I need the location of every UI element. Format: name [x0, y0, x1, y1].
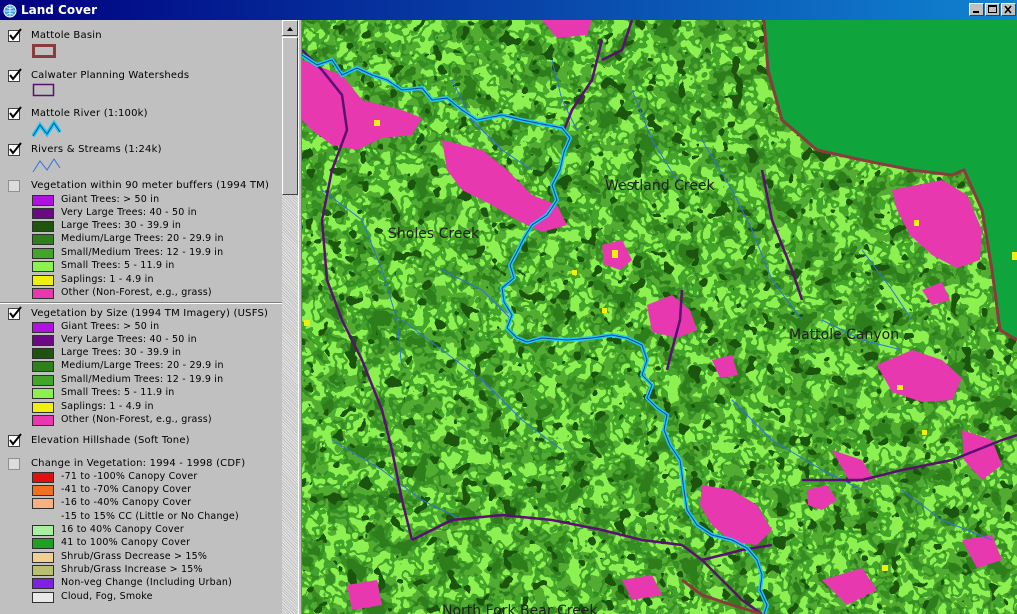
swatch-change-1	[32, 485, 54, 496]
layer-title-veg-buffers[interactable]: Vegetation within 90 meter buffers (1994…	[31, 180, 269, 191]
swatch-change-5	[32, 538, 54, 549]
close-button[interactable]	[1001, 3, 1016, 16]
scroll-up-button[interactable]	[282, 20, 298, 36]
layer-checkbox-mattole-river[interactable]	[8, 106, 22, 120]
class-label: Other (Non-Forest, e.g., grass)	[61, 287, 212, 298]
map-label-sholes-creek: Sholes Creek	[388, 226, 480, 242]
map-view[interactable]: Westland Creek Sholes Creek Mattole Cany…	[302, 20, 1017, 614]
class-label: -41 to -70% Canopy Cover	[61, 484, 192, 495]
layer-checkbox-mattole-basin[interactable]	[8, 28, 22, 42]
class-label: -71 to -100% Canopy Cover	[61, 471, 198, 482]
swatch-size-7	[32, 415, 54, 426]
swatch-change-8	[32, 578, 54, 589]
globe-icon	[3, 3, 17, 18]
class-label: Small/Medium Trees: 12 - 19.9 in	[61, 374, 224, 385]
class-label: Very Large Trees: 40 - 50 in	[61, 207, 197, 218]
stream-line-icon	[32, 158, 61, 173]
layer-checkbox-hillshade[interactable]	[8, 433, 22, 447]
layer-checkbox-calwater[interactable]	[8, 68, 22, 82]
swatch-change-2	[32, 498, 54, 509]
river-line-icon	[32, 120, 62, 138]
swatch-buffer-0	[32, 195, 54, 206]
swatch-buffer-4	[32, 248, 54, 259]
class-label: 41 to 100% Canopy Cover	[61, 537, 191, 548]
layer-checkbox-veg-size[interactable]	[8, 306, 22, 320]
swatch-size-3	[32, 361, 54, 372]
swatch-buffer-1	[32, 208, 54, 219]
swatch-size-5	[32, 388, 54, 399]
class-label: Shrub/Grass Decrease > 15%	[61, 551, 208, 562]
class-label: Small/Medium Trees: 12 - 19.9 in	[61, 247, 224, 258]
class-label: Other (Non-Forest, e.g., grass)	[61, 414, 212, 425]
class-label: Medium/Large Trees: 20 - 29.9 in	[61, 233, 224, 244]
class-label: Cloud, Fog, Smoke	[61, 591, 153, 602]
class-label: Non-veg Change (Including Urban)	[61, 577, 233, 588]
layer-checkbox-rivers-streams[interactable]	[8, 142, 22, 156]
map-label-westland-creek: Westland Creek	[605, 178, 715, 194]
swatch-buffer-3	[32, 234, 54, 245]
layer-separator	[0, 302, 282, 304]
land-cover-map	[302, 20, 1017, 614]
layer-checkbox-veg-change[interactable]	[8, 458, 20, 470]
watershed-boundary-symbol	[32, 83, 55, 97]
layer-checkbox-veg-buffers[interactable]	[8, 180, 20, 192]
class-label: Saplings: 1 - 4.9 in	[61, 274, 154, 285]
layer-title-veg-size[interactable]: Vegetation by Size (1994 TM Imagery) (US…	[31, 308, 268, 319]
swatch-change-6	[32, 552, 54, 563]
class-label: 16 to 40% Canopy Cover	[61, 524, 184, 535]
layer-title-rivers-streams[interactable]: Rivers & Streams (1:24k)	[31, 144, 162, 155]
class-label: Medium/Large Trees: 20 - 29.9 in	[61, 360, 224, 371]
swatch-size-1	[32, 335, 54, 346]
layer-title-mattole-basin[interactable]: Mattole Basin	[31, 30, 102, 41]
scroll-thumb[interactable]	[282, 37, 298, 195]
minimize-icon	[973, 11, 979, 13]
swatch-buffer-2	[32, 221, 54, 232]
swatch-buffer-6	[32, 275, 54, 286]
close-icon	[1004, 5, 1012, 14]
class-label: Giant Trees: > 50 in	[61, 321, 160, 332]
class-label: Very Large Trees: 40 - 50 in	[61, 334, 197, 345]
arrow-up-icon	[287, 27, 293, 31]
layer-title-veg-change[interactable]: Change in Vegetation: 1994 - 1998 (CDF)	[31, 458, 245, 469]
map-label-north-fork-bear-creek: North Fork Bear Creek	[442, 603, 598, 614]
class-label: -15 to 15% CC (Little or No Change)	[61, 511, 239, 522]
maximize-button[interactable]	[985, 3, 1000, 16]
class-label: Large Trees: 30 - 39.9 in	[61, 220, 182, 231]
swatch-change-4	[32, 525, 54, 536]
class-label: Saplings: 1 - 4.9 in	[61, 401, 154, 412]
layer-title-mattole-river[interactable]: Mattole River (1:100k)	[31, 108, 148, 119]
maximize-icon	[988, 5, 997, 13]
basin-boundary-symbol	[32, 44, 56, 58]
swatch-size-0	[32, 322, 54, 333]
swatch-change-9	[32, 592, 54, 603]
swatch-size-6	[32, 402, 54, 413]
minimize-button[interactable]	[969, 3, 984, 16]
class-label: Small Trees: 5 - 11.9 in	[61, 387, 175, 398]
class-label: Small Trees: 5 - 11.9 in	[61, 260, 175, 271]
map-label-mattole-canyon: Mattole Canyon	[789, 327, 900, 343]
class-label: -16 to -40% Canopy Cover	[61, 497, 192, 508]
class-label: Giant Trees: > 50 in	[61, 194, 160, 205]
class-label: Large Trees: 30 - 39.9 in	[61, 347, 182, 358]
swatch-buffer-5	[32, 261, 54, 272]
swatch-change-0	[32, 472, 54, 483]
swatch-buffer-7	[32, 288, 54, 299]
window-title-bar[interactable]: Land Cover	[0, 0, 1017, 20]
window-title: Land Cover	[21, 3, 97, 17]
layer-title-calwater[interactable]: Calwater Planning Watersheds	[31, 70, 189, 81]
swatch-size-2	[32, 348, 54, 359]
swatch-change-7	[32, 565, 54, 576]
layer-title-hillshade[interactable]: Elevation Hillshade (Soft Tone)	[31, 435, 190, 446]
table-of-contents: Mattole Basin Calwater Planning Watershe…	[0, 20, 282, 614]
class-label: Shrub/Grass Increase > 15%	[61, 564, 203, 575]
toc-scrollbar[interactable]	[282, 20, 298, 614]
swatch-size-4	[32, 375, 54, 386]
